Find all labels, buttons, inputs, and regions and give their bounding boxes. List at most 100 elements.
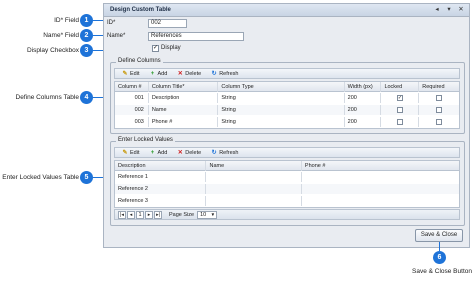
column-header[interactable]: Width (px) [345, 82, 382, 92]
callout-marker-6: 6 [433, 251, 446, 264]
callout-label-name: Name* Field [43, 32, 79, 39]
column-number-cell: 003 [115, 117, 149, 127]
next-page-icon[interactable]: ▸ [145, 210, 153, 219]
callout-marker-3: 3 [80, 44, 93, 57]
required-checkbox[interactable] [436, 95, 443, 101]
add-button[interactable]: + Add [145, 148, 171, 157]
callout-marker-2: 2 [80, 29, 93, 42]
column-type-cell: String [218, 105, 345, 115]
width-cell: 200 [345, 105, 382, 115]
width-cell: 200 [345, 93, 382, 103]
locked-cell: ✓ [381, 93, 420, 103]
locked-checkbox[interactable] [396, 119, 403, 125]
pencil-icon: ✎ [122, 149, 128, 156]
dropdown-icon[interactable]: ▾ [445, 6, 453, 14]
table-row[interactable]: Reference 1 [115, 172, 459, 182]
page-size-label: Page Size [169, 211, 195, 218]
edit-button[interactable]: ✎ Edit [118, 148, 143, 157]
description-cell: Reference 3 [115, 196, 207, 206]
page-number[interactable]: 1 [136, 210, 144, 219]
previous-page-icon[interactable]: ◂ [127, 210, 135, 219]
refresh-button[interactable]: ↻ Refresh [207, 69, 242, 78]
add-label: Add [157, 149, 168, 156]
delete-label: Delete [185, 70, 202, 77]
page-size-value: 10 [200, 211, 207, 218]
close-icon[interactable]: ✕ [457, 6, 465, 14]
column-header[interactable]: Required [419, 82, 459, 92]
window-controls: ◂ ▾ ✕ [433, 6, 465, 14]
description-cell: Reference 2 [115, 184, 207, 194]
name-cell [206, 184, 302, 194]
table-row[interactable]: 001 Description String 200 ✓ [115, 93, 459, 103]
table-row[interactable]: Reference 2 [115, 184, 459, 194]
name-cell [206, 196, 302, 206]
name-label: Name* [107, 33, 126, 39]
table-row[interactable]: 003 Phone # String 200 [115, 117, 459, 127]
phone-cell [302, 196, 459, 206]
required-checkbox[interactable] [436, 107, 443, 113]
locked-values-group: Enter Locked Values ✎ Edit + Add ✕ Delet… [110, 137, 465, 226]
refresh-button[interactable]: ↻ Refresh [207, 148, 242, 157]
delete-button[interactable]: ✕ Delete [173, 69, 205, 78]
x-icon: ✕ [177, 149, 183, 156]
define-columns-table: Column # Column Title* Column Type Width… [114, 81, 460, 129]
pencil-icon: ✎ [122, 70, 128, 77]
display-label: Display [161, 45, 181, 51]
edit-label: Edit [130, 149, 140, 156]
column-header[interactable]: Column Type [218, 82, 345, 92]
locked-checkbox[interactable]: ✓ [396, 95, 403, 101]
column-number-cell: 002 [115, 105, 149, 115]
display-checkbox[interactable]: ✓ [152, 45, 159, 52]
plus-icon: + [150, 70, 155, 77]
callout-label-define-columns: Define Columns Table [15, 94, 79, 101]
delete-button[interactable]: ✕ Delete [173, 148, 205, 157]
locked-cell [381, 105, 420, 115]
column-number-cell: 001 [115, 93, 149, 103]
restore-icon[interactable]: ◂ [433, 6, 441, 14]
page-size-select[interactable]: 10 ▼ [197, 210, 218, 219]
column-title-cell: Description [149, 93, 219, 103]
column-header[interactable]: Description [115, 161, 207, 171]
save-close-button[interactable]: Save & Close [415, 229, 463, 242]
refresh-label: Refresh [219, 149, 239, 156]
refresh-label: Refresh [219, 70, 239, 77]
column-header[interactable]: Column Title* [149, 82, 219, 92]
add-button[interactable]: + Add [145, 69, 171, 78]
first-page-icon[interactable]: |◂ [118, 210, 126, 219]
last-page-icon[interactable]: ▸| [154, 210, 162, 219]
column-type-cell: String [218, 117, 345, 127]
callout-label-locked-values: Enter Locked Values Table [2, 174, 79, 181]
id-field[interactable]: 002 [148, 19, 187, 28]
column-type-cell: String [218, 93, 345, 103]
column-header[interactable]: Locked [381, 82, 420, 92]
delete-label: Delete [185, 149, 202, 156]
table-row[interactable]: Reference 3 [115, 196, 459, 206]
table-row[interactable]: 002 Name String 200 [115, 105, 459, 115]
width-cell: 200 [345, 117, 382, 127]
required-cell [419, 93, 459, 103]
dialog-title: Design Custom Table [110, 7, 171, 13]
description-cell: Reference 1 [115, 172, 207, 182]
callout-leader-6 [439, 242, 440, 251]
refresh-icon: ↻ [211, 149, 217, 156]
chevron-down-icon: ▼ [210, 211, 216, 217]
required-checkbox[interactable] [436, 119, 443, 125]
column-header[interactable]: Column # [115, 82, 149, 92]
callout-label-display: Display Checkbox [26, 47, 79, 54]
edit-button[interactable]: ✎ Edit [118, 69, 143, 78]
plus-icon: + [150, 149, 155, 156]
table-header-row: Description Name Phone # [115, 161, 459, 171]
define-columns-title: Define Columns [116, 58, 163, 64]
name-field[interactable]: References [148, 32, 244, 41]
callout-marker-4: 4 [80, 91, 93, 104]
column-header[interactable]: Name [206, 161, 302, 171]
locked-checkbox[interactable] [396, 107, 403, 113]
column-title-cell: Name [149, 105, 219, 115]
column-header[interactable]: Phone # [302, 161, 459, 171]
required-cell [419, 105, 459, 115]
phone-cell [302, 172, 459, 182]
id-label: ID* [107, 20, 116, 26]
title-bar[interactable]: Design Custom Table ◂ ▾ ✕ [104, 4, 469, 17]
x-icon: ✕ [177, 70, 183, 77]
locked-values-toolbar: ✎ Edit + Add ✕ Delete ↻ Refresh [114, 147, 460, 158]
